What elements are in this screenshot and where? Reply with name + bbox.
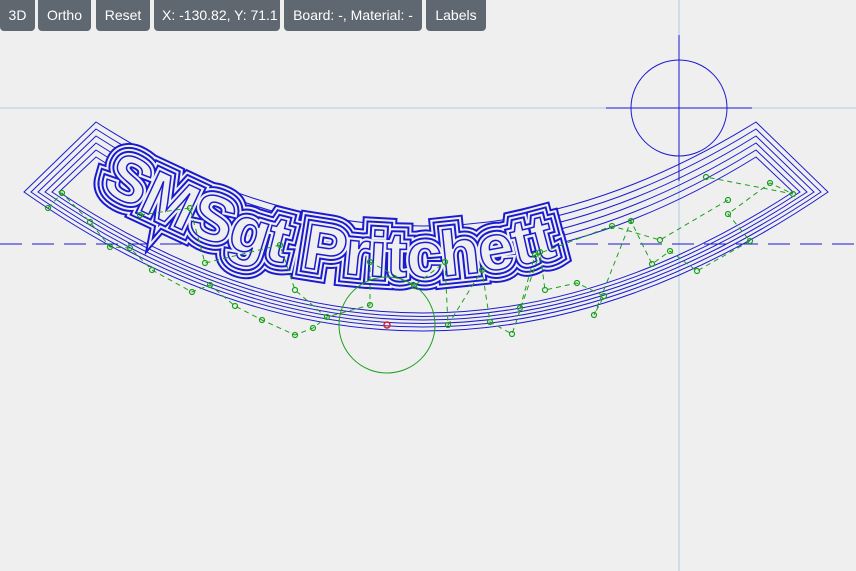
tool-radius-circle (338, 276, 436, 374)
red-start-point-icon (383, 321, 391, 329)
crosshair-circle-icon (606, 35, 752, 181)
toolpath-viewport[interactable]: SMSgt Pritchett SMSgt Pritchett SMSgt Pr… (0, 0, 856, 571)
